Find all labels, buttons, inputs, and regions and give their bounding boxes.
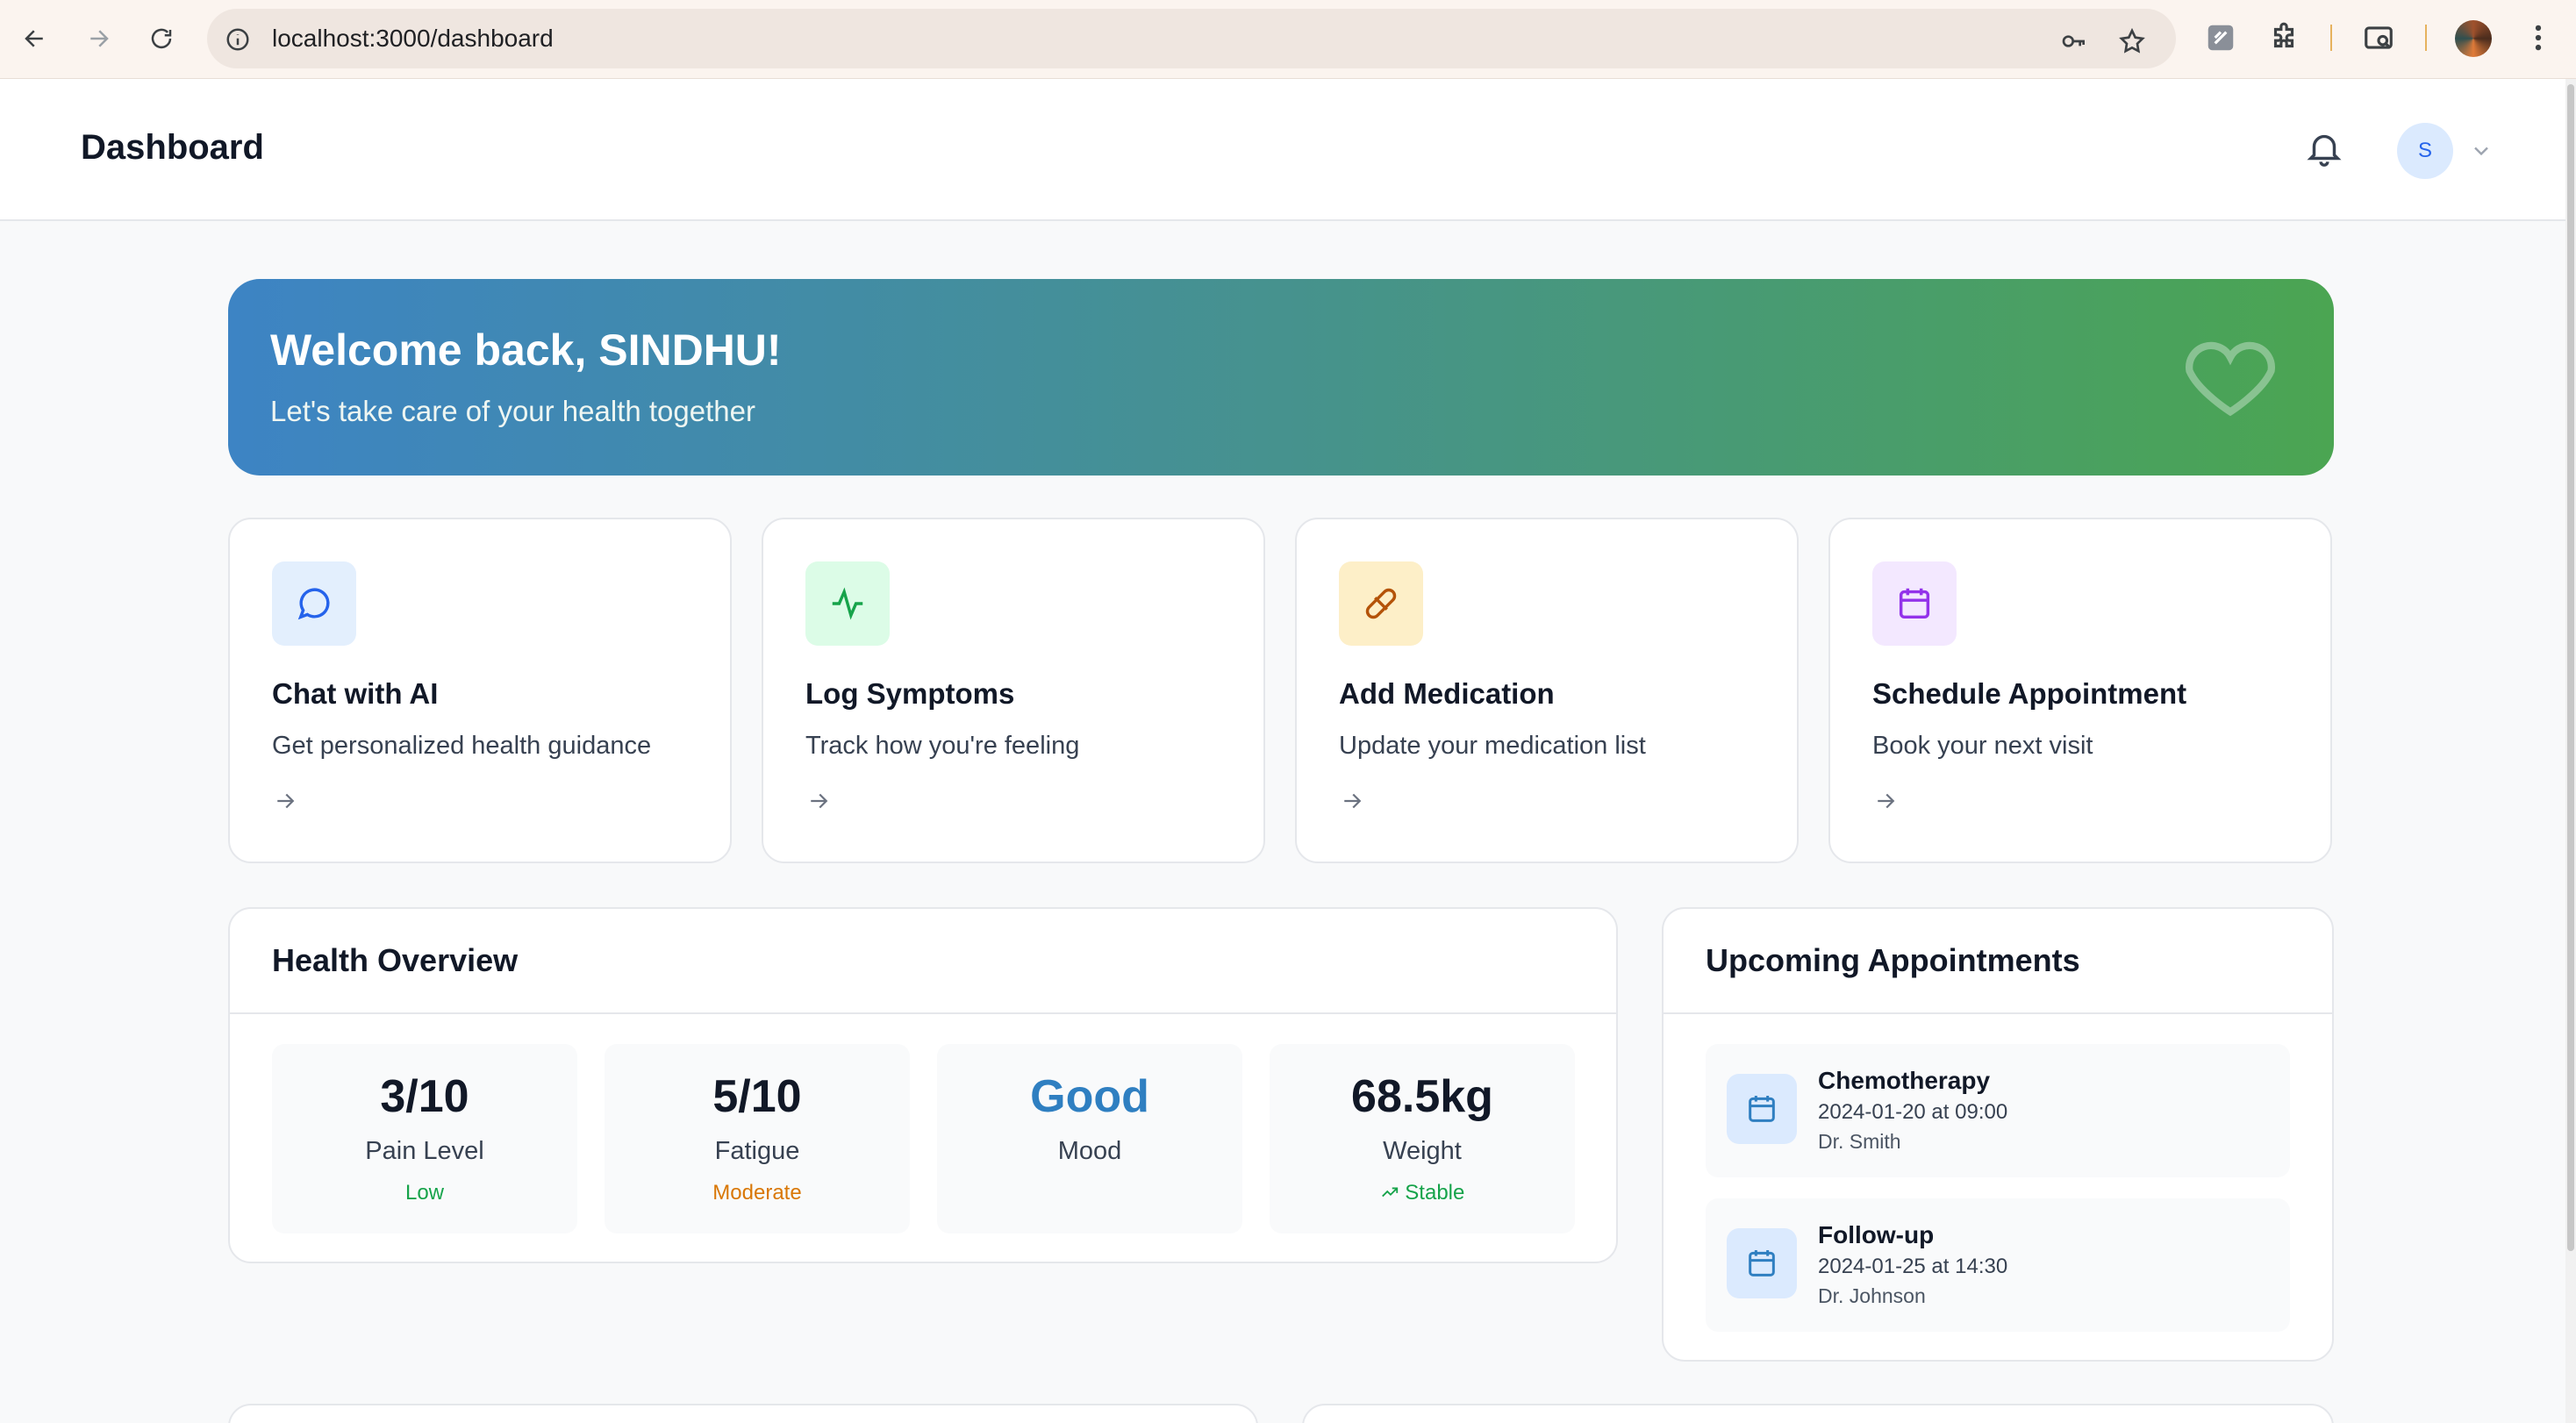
forward-button[interactable] (81, 21, 116, 56)
metric-status: Low (404, 1181, 445, 1205)
app-header: Dashboard S (0, 79, 2565, 221)
arrow-right-icon (90, 30, 109, 47)
activity-icon-tile (805, 561, 890, 646)
extension-icon[interactable] (2204, 21, 2237, 54)
calendar-icon (1749, 1096, 1775, 1122)
quick-action-log-symptoms[interactable]: Log Symptoms Track how you're feeling (762, 518, 1265, 863)
page-title: Dashboard (81, 128, 264, 167)
panel-header: Health Overview (230, 909, 1616, 1014)
metric-status: Moderate (712, 1181, 802, 1205)
health-overview-panel: Health Overview 3/10 Pain Level Low 5/10… (228, 907, 1618, 1263)
metric-value: Good (1030, 1071, 1149, 1122)
toolbar-divider (2330, 25, 2332, 51)
quick-action-title: Schedule Appointment (1872, 677, 2187, 710)
metric-label: Mood (1057, 1137, 1122, 1165)
upcoming-appointments-panel: Upcoming Appointments Chemotherapy 2024-… (1662, 907, 2334, 1362)
calendar-icon (1899, 588, 1930, 619)
url-text[interactable]: localhost:3000/dashboard (272, 9, 554, 68)
quick-action-chat-ai[interactable]: Chat with AI Get personalized health gui… (228, 518, 732, 863)
metric-value: 5/10 (712, 1071, 802, 1122)
panel-title: Upcoming Appointments (1706, 942, 2080, 978)
appointment-item[interactable]: Follow-up 2024-01-25 at 14:30 Dr. Johnso… (1706, 1198, 2290, 1332)
quick-action-schedule-appointment[interactable]: Schedule Appointment Book your next visi… (1828, 518, 2332, 863)
arrow-right-icon (1878, 793, 1895, 809)
metric-weight: 68.5kg Weight Stable (1270, 1044, 1575, 1234)
pill-icon (1365, 588, 1397, 619)
appointment-datetime: 2024-01-20 at 09:00 (1818, 1100, 2008, 1124)
metric-fatigue: 5/10 Fatigue Moderate (605, 1044, 910, 1234)
activity-icon (832, 587, 863, 620)
chat-icon (297, 588, 330, 620)
lower-card-left (228, 1404, 1258, 1423)
quick-action-title: Log Symptoms (805, 677, 1015, 710)
appointment-doctor: Dr. Johnson (1818, 1284, 1926, 1307)
reload-icon (151, 28, 172, 49)
quick-action-add-medication[interactable]: Add Medication Update your medication li… (1295, 518, 1799, 863)
metric-status: Stable (1405, 1181, 1465, 1205)
user-avatar[interactable]: S (2397, 123, 2453, 179)
panel-header: Upcoming Appointments (1664, 909, 2332, 1014)
appointment-name: Follow-up (1818, 1221, 1935, 1248)
toolbar-divider (2425, 25, 2427, 51)
site-info-icon[interactable] (225, 26, 251, 53)
appointment-name: Chemotherapy (1818, 1067, 1991, 1094)
panel-title: Health Overview (272, 942, 519, 978)
arrow-left-icon (25, 30, 43, 47)
welcome-banner: Welcome back, SINDHU! Let's take care of… (228, 279, 2334, 476)
arrow-right-icon (1344, 793, 1362, 809)
quick-action-description: Update your medication list (1339, 732, 1646, 760)
key-icon[interactable] (2060, 27, 2088, 55)
trending-up-icon (1381, 1187, 1398, 1198)
metric-value: 3/10 (380, 1071, 469, 1122)
chevron-down-icon[interactable] (2469, 139, 2494, 163)
lower-card-right (1302, 1404, 2334, 1423)
pill-icon-tile (1339, 561, 1423, 646)
quick-action-title: Add Medication (1339, 677, 1555, 710)
metric-label: Fatigue (714, 1137, 800, 1165)
appointment-datetime: 2024-01-25 at 14:30 (1818, 1255, 2008, 1278)
appointment-doctor: Dr. Smith (1818, 1130, 1901, 1153)
address-bar[interactable]: localhost:3000/dashboard (207, 9, 2176, 68)
welcome-title: Welcome back, SINDHU! (270, 325, 782, 375)
arrow-right-icon (277, 793, 295, 809)
metric-label: Weight (1383, 1137, 1462, 1165)
puzzle-icon[interactable] (2267, 21, 2301, 54)
bookmark-star-icon[interactable] (2118, 27, 2146, 55)
chat-icon-tile (272, 561, 356, 646)
metric-pain-level: 3/10 Pain Level Low (272, 1044, 577, 1234)
back-button[interactable] (18, 21, 53, 56)
page-scrollbar[interactable] (2565, 79, 2576, 1423)
reload-button[interactable] (144, 21, 179, 56)
browser-profile-avatar[interactable] (2455, 20, 2492, 57)
calendar-icon (1749, 1250, 1775, 1276)
metric-value: 68.5kg (1351, 1071, 1493, 1122)
calendar-icon-tile (1727, 1228, 1797, 1298)
kebab-menu-icon[interactable] (2522, 21, 2555, 54)
metric-status-row: Stable (1270, 1181, 1575, 1205)
quick-action-description: Get personalized health guidance (272, 732, 652, 760)
calendar-icon-tile (1872, 561, 1957, 646)
scrollbar-thumb[interactable] (2567, 84, 2574, 1251)
metric-mood: Good Mood (937, 1044, 1242, 1234)
heart-icon (2186, 341, 2275, 417)
metric-label: Pain Level (365, 1137, 484, 1165)
welcome-subtitle: Let's take care of your health together (270, 395, 755, 427)
arrow-right-icon (811, 793, 828, 809)
appointment-item[interactable]: Chemotherapy 2024-01-20 at 09:00 Dr. Smi… (1706, 1044, 2290, 1177)
calendar-icon-tile (1727, 1074, 1797, 1144)
quick-action-description: Book your next visit (1872, 732, 2093, 760)
quick-action-description: Track how you're feeling (805, 732, 1080, 760)
browser-toolbar: localhost:3000/dashboard (0, 0, 2576, 79)
tab-search-icon[interactable] (2362, 21, 2395, 54)
notifications-bell-icon[interactable] (2304, 128, 2344, 168)
quick-action-title: Chat with AI (272, 677, 439, 710)
